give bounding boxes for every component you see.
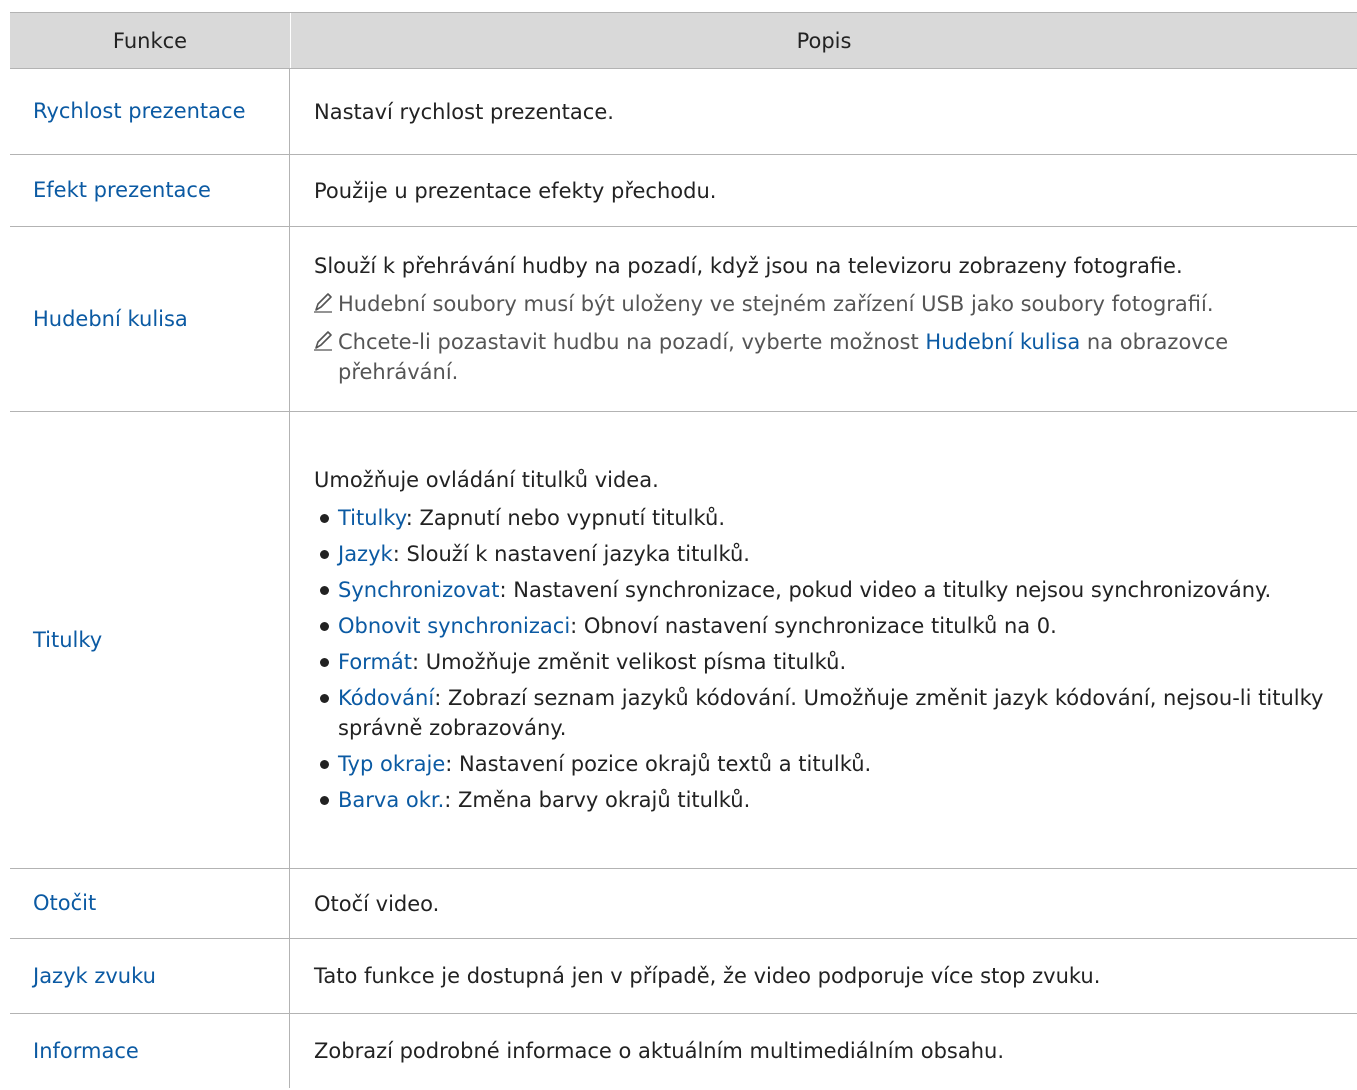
option-term: Barva okr. xyxy=(338,788,445,812)
option-term: Formát xyxy=(338,650,413,674)
header-popis: Popis xyxy=(796,28,852,53)
list-item: Synchronizovat: Nastavení synchronizace,… xyxy=(314,575,1337,605)
list-item: Barva okr.: Změna barvy okrajů titulků. xyxy=(314,785,1337,815)
table-row: Informace Zobrazí podrobné informace o a… xyxy=(10,1014,1357,1088)
function-description: Tato funkce je dostupná jen v případě, ž… xyxy=(314,964,1101,988)
pencil-icon xyxy=(314,331,332,351)
bullet-icon xyxy=(320,760,329,769)
bullet-icon xyxy=(320,550,329,559)
function-name: Rychlost prezentace xyxy=(10,69,290,154)
note: Chcete-li pozastavit hudbu na pozadí, vy… xyxy=(314,327,1337,387)
function-description: Použije u prezentace efekty přechodu. xyxy=(314,178,717,203)
list-item: Kódování: Zobrazí seznam jazyků kódování… xyxy=(314,683,1337,743)
list-item: Formát: Umožňuje změnit velikost písma t… xyxy=(314,647,1337,677)
option-text: : Slouží k nastavení jazyka titulků. xyxy=(392,542,750,566)
function-name: Jazyk zvuku xyxy=(10,939,290,1013)
function-name: Efekt prezentace xyxy=(10,155,290,226)
option-term: Kódování xyxy=(338,686,435,710)
option-text: : Obnoví nastavení synchronizace titulků… xyxy=(570,614,1057,638)
note-text: Hudební soubory musí být uloženy ve stej… xyxy=(338,292,1214,316)
feature-table: Funkce Popis Rychlost prezentace Nastaví… xyxy=(10,12,1357,1088)
table-header: Funkce Popis xyxy=(10,13,1357,69)
table-row: Jazyk zvuku Tato funkce je dostupná jen … xyxy=(10,939,1357,1014)
note-link: Hudební kulisa xyxy=(925,330,1081,354)
function-name: Titulky xyxy=(10,412,290,868)
bullet-icon xyxy=(320,586,329,595)
option-term: Synchronizovat xyxy=(338,578,500,602)
function-description: Umožňuje ovládání titulků videa. xyxy=(314,468,659,492)
option-term: Obnovit synchronizaci xyxy=(338,614,571,638)
table-row: Rychlost prezentace Nastaví rychlost pre… xyxy=(10,69,1357,155)
subtitle-options-list: Titulky: Zapnutí nebo vypnutí titulků. J… xyxy=(314,497,1337,815)
option-text: : Umožňuje změnit velikost písma titulků… xyxy=(412,650,847,674)
option-term: Titulky xyxy=(338,506,406,530)
list-item: Titulky: Zapnutí nebo vypnutí titulků. xyxy=(314,503,1337,533)
table-row: Efekt prezentace Použije u prezentace ef… xyxy=(10,155,1357,227)
function-name: Otočit xyxy=(10,869,290,938)
pencil-icon xyxy=(314,293,332,313)
table-row: Otočit Otočí video. xyxy=(10,869,1357,939)
bullet-icon xyxy=(320,514,329,523)
function-name: Hudební kulisa xyxy=(10,227,290,411)
note-text: Chcete-li pozastavit hudbu na pozadí, vy… xyxy=(338,330,926,354)
bullet-icon xyxy=(320,658,329,667)
option-text: : Nastavení synchronizace, pokud video a… xyxy=(499,578,1272,602)
option-text: : Zapnutí nebo vypnutí titulků. xyxy=(405,506,725,530)
bullet-icon xyxy=(320,694,329,703)
table-row: Titulky Umožňuje ovládání titulků videa.… xyxy=(10,412,1357,869)
function-name: Informace xyxy=(10,1014,290,1088)
option-text: : Nastavení pozice okrajů textů a titulk… xyxy=(445,752,872,776)
header-funkce: Funkce xyxy=(10,13,291,68)
option-text: : Zobrazí seznam jazyků kódování. Umožňu… xyxy=(338,686,1324,740)
table-row: Hudební kulisa Slouží k přehrávání hudby… xyxy=(10,227,1357,412)
bullet-icon xyxy=(320,796,329,805)
list-item: Jazyk: Slouží k nastavení jazyka titulků… xyxy=(314,539,1337,569)
option-text: : Změna barvy okrajů titulků. xyxy=(444,788,751,812)
list-item: Obnovit synchronizaci: Obnoví nastavení … xyxy=(314,611,1337,641)
option-term: Jazyk xyxy=(338,542,393,566)
function-description: Otočí video. xyxy=(314,891,440,916)
list-item: Typ okraje: Nastavení pozice okrajů text… xyxy=(314,749,1337,779)
note: Hudební soubory musí být uloženy ve stej… xyxy=(314,289,1337,319)
option-term: Typ okraje xyxy=(338,752,446,776)
function-description: Zobrazí podrobné informace o aktuálním m… xyxy=(314,1039,1005,1063)
function-description: Slouží k přehrávání hudby na pozadí, kdy… xyxy=(314,254,1183,278)
bullet-icon xyxy=(320,622,329,631)
function-description: Nastaví rychlost prezentace. xyxy=(314,99,614,124)
